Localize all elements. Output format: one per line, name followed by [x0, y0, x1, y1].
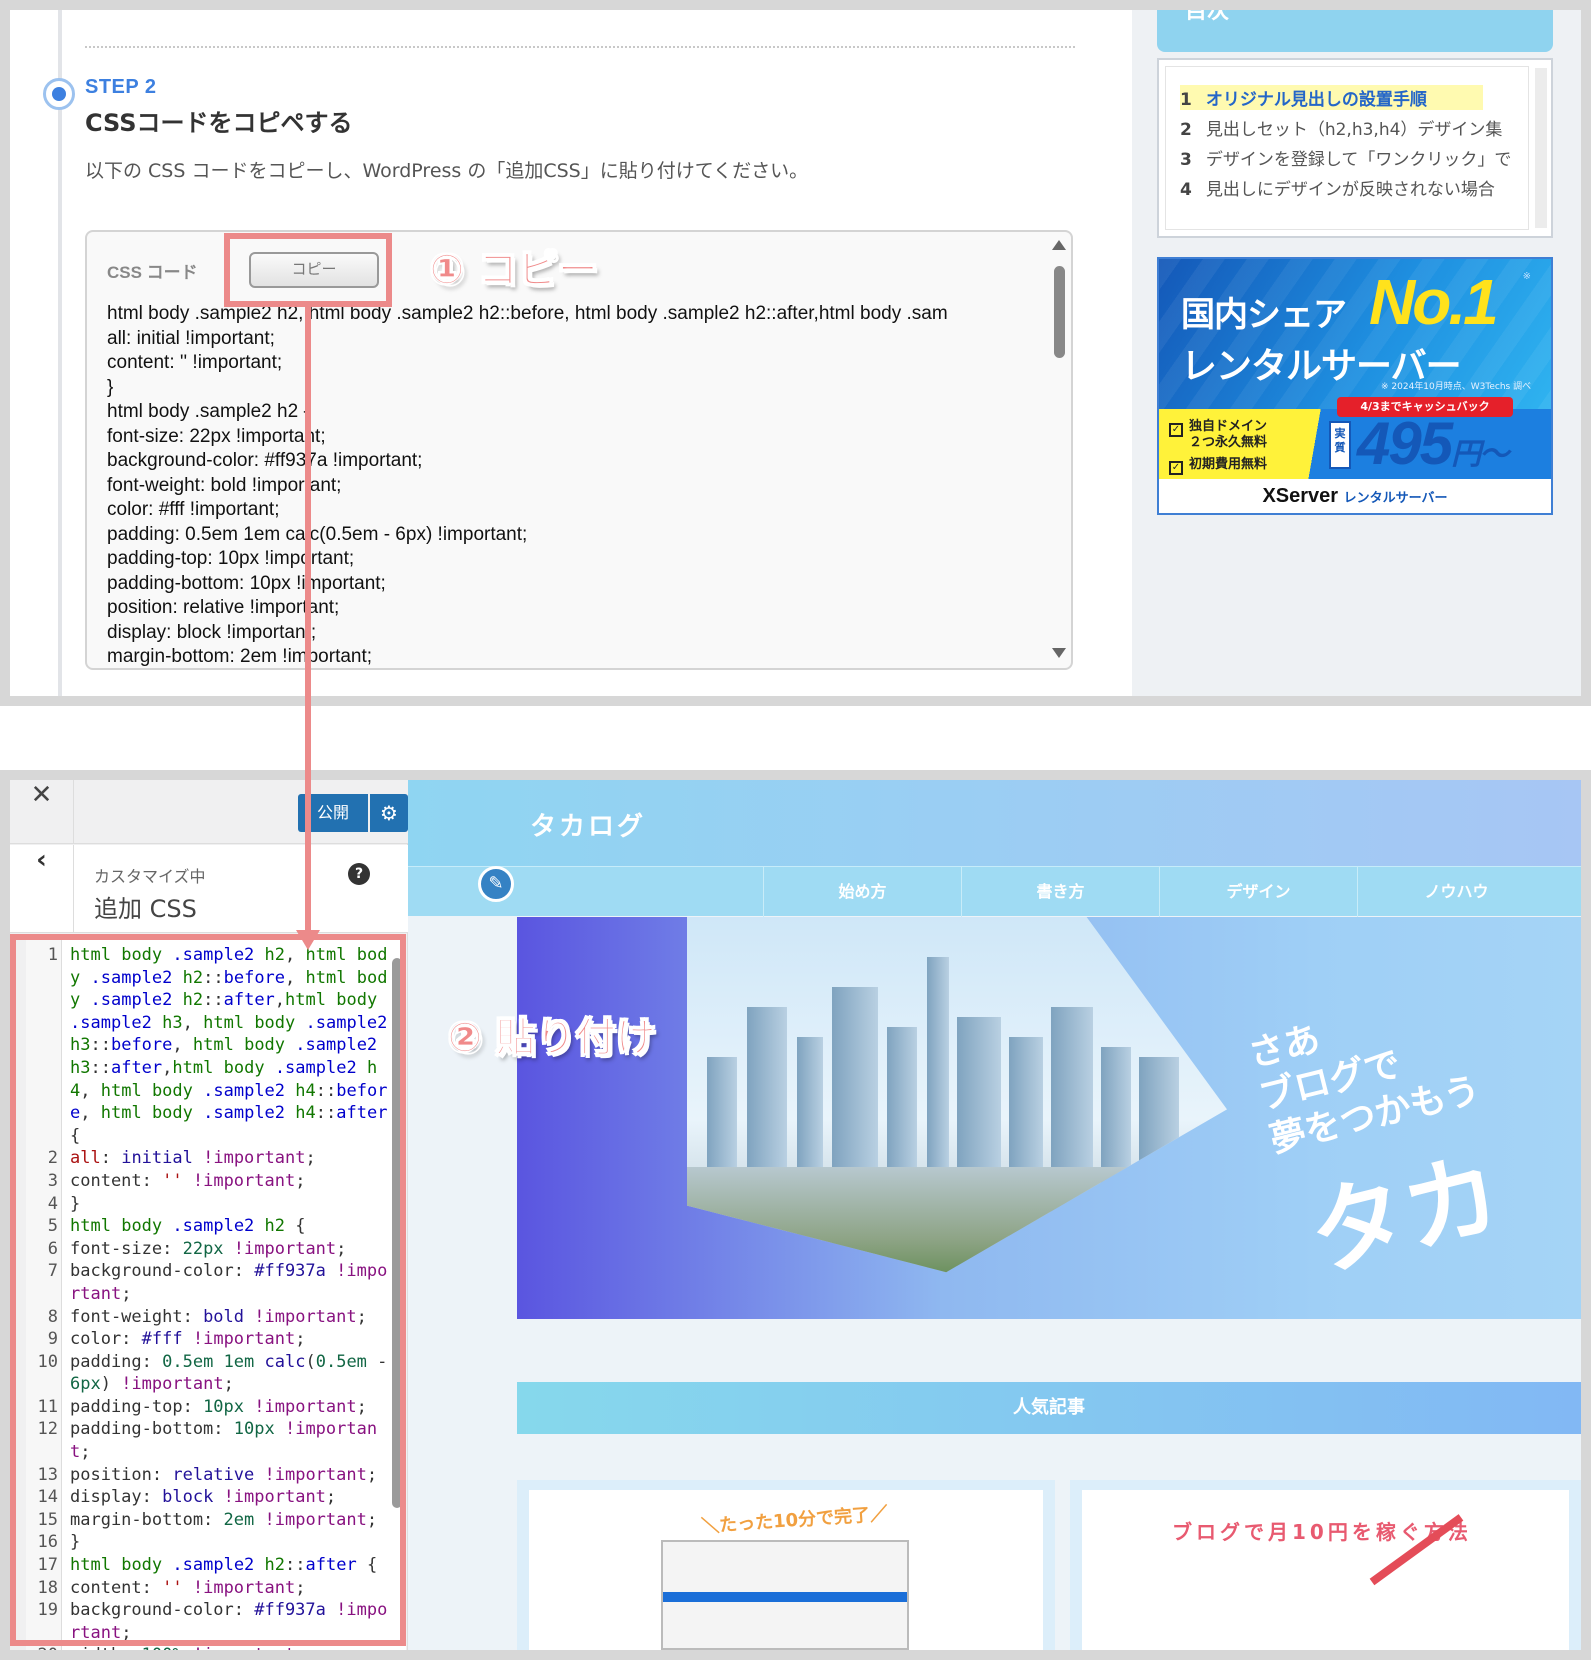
code-line: background-color: #ff937a !important; [107, 450, 423, 471]
nav-item[interactable]: ノウハウ [1357, 867, 1555, 917]
code-line: display: block !important; [107, 621, 317, 643]
ad-price-tag: 実質 [1329, 421, 1351, 469]
code-line: color: #fff !important; [107, 499, 280, 520]
code-line: padding-top: 10px !important; [107, 548, 355, 569]
code-line: padding-bottom: 10px !important; [107, 572, 386, 594]
annotation-paste: ② 貼り付け [448, 1015, 657, 1062]
browser-illustration [661, 1540, 909, 1650]
scroll-down-arrow-icon[interactable] [1052, 648, 1066, 658]
ad-no1: No.1 [1369, 266, 1499, 338]
ad-headline-1: 国内シェア [1181, 295, 1347, 335]
article-area: STEP 2 CSSコードをコピペする 以下の CSS コードをコピーし、Wor… [10, 10, 1132, 696]
ad-price: 495円〜 [1357, 410, 1509, 477]
ad-star-icon: ※ [1522, 271, 1531, 282]
code-line: font-size: 22px !important; [107, 425, 326, 447]
article-card[interactable]: ＼たった10分で完了／ [517, 1480, 1055, 1650]
hero-image: さあ ブログで 夢をつかもう タカ [517, 917, 1581, 1319]
toc-item[interactable]: 4 見出しにデザインが反映されない場合 [1180, 175, 1495, 200]
sidebar: 目次 1 オリジナル見出しの設置手順 2 見出しセット（h2,h3,h4）デザイン集… [1132, 10, 1581, 696]
code-line: all: initial !important; [107, 327, 275, 349]
article-card[interactable]: ブログで月10円を稼ぐ方法 [1070, 1480, 1581, 1650]
step-description: 以下の CSS コードをコピーし、WordPress の「追加CSS」に貼り付け… [85, 160, 809, 182]
scrollbar-thumb[interactable] [1054, 266, 1065, 358]
toc-item[interactable]: 2 見出しセット（h2,h3,h4）デザイン集 [1180, 115, 1502, 140]
edit-pencil-icon[interactable]: ✎ [478, 866, 514, 902]
site-preview: タカログ 始め方 書き方 デザイン ノウハウ ✎ さあ ブログで 夢をつかもう … [408, 780, 1581, 1650]
toc-header: 目次 [1157, 10, 1553, 52]
copy-highlight-box [224, 233, 392, 307]
scroll-up-arrow-icon[interactable] [1052, 240, 1066, 250]
help-icon[interactable]: ? [348, 863, 370, 885]
card-title: ＼たった10分で完了／ [700, 1503, 889, 1538]
code-line: font-weight: bold !important; [107, 474, 342, 496]
code-line: content: '' !important; [107, 352, 283, 373]
site-nav: 始め方 書き方 デザイン ノウハウ [408, 866, 1581, 917]
ad-feature-2: ✓ 初期費用無料 [1169, 457, 1267, 475]
step-label: STEP 2 [85, 76, 157, 98]
code-line: } [107, 376, 114, 398]
back-chevron-icon[interactable]: ‹ [10, 845, 74, 933]
ad-brand: XServer レンタルサーバー [1262, 485, 1448, 507]
toc-item[interactable]: 3 デザインを登録して「ワンクリック」で [1180, 145, 1511, 170]
ad-note: ※ 2024年10月時点、W3Techs 調べ [1381, 382, 1532, 392]
nav-item[interactable]: 書き方 [961, 867, 1159, 917]
customizer-topbar: ✕ 公開 ⚙ [10, 780, 408, 844]
gear-icon[interactable]: ⚙ [370, 794, 408, 832]
toc-item[interactable]: 1 オリジナル見出しの設置手順 [1180, 85, 1483, 110]
article-screenshot-panel: STEP 2 CSSコードをコピペする 以下の CSS コードをコピーし、Wor… [0, 0, 1591, 706]
popular-articles-heading: 人気記事 [517, 1382, 1581, 1434]
annotation-connector [305, 306, 311, 938]
code-line: padding: 0.5em 1em calc(0.5em - 6px) !im… [107, 523, 528, 545]
step-timeline [58, 10, 62, 696]
step-marker-icon [43, 78, 75, 110]
section-title: 追加 CSS [94, 895, 197, 923]
divider [85, 46, 1075, 48]
close-icon[interactable]: ✕ [10, 780, 74, 844]
css-code-text: html body .sample2 h2, html body .sample… [107, 302, 1043, 668]
checkbox-icon: ✓ [1169, 423, 1183, 437]
code-box-label: CSS コード [107, 263, 198, 282]
table-of-contents: 1 オリジナル見出しの設置手順 2 見出しセット（h2,h3,h4）デザイン集 3デ… [1157, 58, 1553, 238]
ad-feature-1b: ２つ永久無料 [1189, 435, 1268, 450]
code-line: position: relative !important; [107, 597, 340, 618]
step-title: CSSコードをコピペする [85, 109, 353, 137]
xserver-ad-banner[interactable]: 国内シェア No.1 ※ レンタルサーバー ※ 2024年10月時点、W3Tec… [1157, 257, 1553, 515]
code-line: margin-bottom: 2em !important; [107, 646, 373, 667]
toc-scrollbar[interactable] [1535, 68, 1547, 228]
city-skyline-image [687, 917, 1227, 1273]
customizer-section-header: ‹ カスタマイズ中 追加 CSS ? [10, 845, 408, 933]
code-line: html body .sample2 h2 { [107, 401, 310, 422]
paste-highlight-box [10, 934, 406, 1646]
customizing-label: カスタマイズ中 [94, 867, 206, 886]
checkbox-icon: ✓ [1169, 461, 1183, 475]
nav-item[interactable]: 始め方 [763, 867, 961, 917]
nav-item[interactable]: デザイン [1159, 867, 1357, 917]
site-logo[interactable]: タカログ [530, 806, 646, 843]
annotation-copy: ① コピー [430, 247, 599, 294]
site-header: タカログ [408, 780, 1581, 866]
